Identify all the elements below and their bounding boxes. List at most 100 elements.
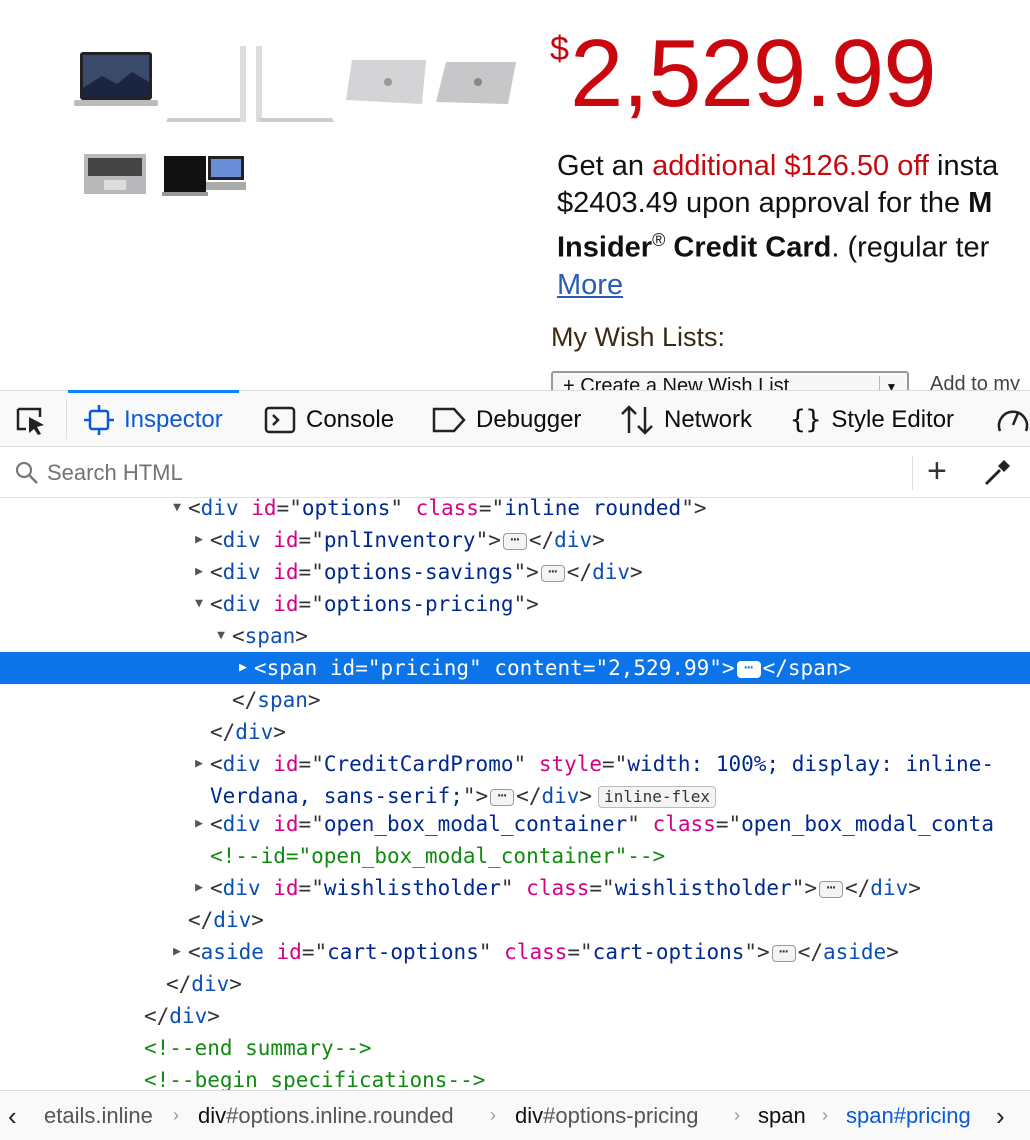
ellipsis-icon[interactable]: ⋯ xyxy=(490,787,515,806)
tab-style-editor[interactable]: {} Style Editor xyxy=(790,391,954,448)
credit-card-promo: Get an additional $126.50 off insta $240… xyxy=(557,148,1030,304)
collapsed-arrow-icon[interactable]: ▶ xyxy=(188,872,210,904)
eyedropper-icon[interactable] xyxy=(984,458,1012,486)
markup-tree: ▼ <div id="options" class="inline rounded… xyxy=(0,492,1030,1090)
tab-label: Inspector xyxy=(124,405,223,433)
console-icon xyxy=(264,406,296,433)
tree-node[interactable]: </span> xyxy=(0,684,1030,716)
chevron-left-icon[interactable]: ‹ xyxy=(8,1101,17,1132)
expanded-arrow-icon[interactable]: ▼ xyxy=(166,492,188,524)
promo-card-name: M xyxy=(968,187,993,219)
tab-label: Console xyxy=(306,405,395,433)
expanded-arrow-icon[interactable]: ▼ xyxy=(210,620,232,652)
tab-network[interactable]: Network xyxy=(620,391,752,448)
ellipsis-icon[interactable]: ⋯ xyxy=(819,879,843,898)
tab-performance[interactable] xyxy=(996,391,1030,448)
ellipsis-icon[interactable]: ⋯ xyxy=(771,943,796,962)
tab-label: Style Editor xyxy=(831,405,955,433)
collapsed-arrow-icon[interactable]: ▶ xyxy=(188,524,210,556)
ellipsis-icon[interactable]: ⋯ xyxy=(736,659,761,678)
chevron-down-icon: ▼ xyxy=(879,376,903,390)
collapsed-arrow-icon[interactable]: ▶ xyxy=(188,748,210,780)
breadcrumb-item[interactable]: div#options-pricing xyxy=(515,1103,698,1129)
expanded-arrow-icon[interactable]: ▼ xyxy=(188,588,210,620)
currency-symbol: $ xyxy=(550,30,569,68)
tree-node[interactable]: ▶ <div id="open_box_modal_container" clas… xyxy=(0,808,1030,840)
thumbnail-7[interactable] xyxy=(204,152,248,198)
tree-node[interactable]: ▼ <div id="options-pricing"> xyxy=(0,588,1030,620)
wishlist-select[interactable]: + Create a New Wish List ▼ xyxy=(551,371,909,390)
product-page: $ 2,529.99 Get an additional $126.50 off… xyxy=(0,0,1030,390)
collapsed-arrow-icon[interactable]: ▶ xyxy=(232,652,254,684)
tab-inspector[interactable]: Inspector xyxy=(68,390,239,448)
ellipsis-icon[interactable]: ⋯ xyxy=(502,531,527,550)
chevron-right-icon: › xyxy=(734,1105,740,1125)
network-icon xyxy=(621,404,653,435)
tree-node[interactable]: ▼ <span> xyxy=(0,620,1030,652)
wishlist-label: My Wish Lists: xyxy=(551,322,726,352)
tab-label: Debugger xyxy=(476,405,582,433)
tree-node[interactable]: </div> xyxy=(0,716,1030,748)
registered-mark: ® xyxy=(652,230,666,250)
promo-discount: additional $126.50 off xyxy=(652,150,929,182)
display-badge[interactable]: inline-flex xyxy=(598,786,717,808)
chevron-right-icon: › xyxy=(490,1105,496,1125)
promo-text: . (regular ter xyxy=(831,231,990,264)
collapsed-arrow-icon[interactable]: ▶ xyxy=(188,556,210,588)
tab-console[interactable]: Console xyxy=(264,391,394,448)
tree-node[interactable]: ▼ <div id="options" class="inline rounded… xyxy=(0,492,1030,524)
tree-comment[interactable]: <!--begin specifications--> xyxy=(0,1064,1030,1090)
tree-node[interactable]: ▶ <div id="options-savings"> ⋯ </div> xyxy=(0,556,1030,588)
tree-node[interactable]: ▶ <div id="CreditCardPromo" style="width:… xyxy=(0,748,1030,780)
performance-icon xyxy=(997,410,1029,431)
collapsed-arrow-icon[interactable]: ▶ xyxy=(188,808,210,840)
tree-node-selected[interactable]: ▶ <span id="pricing" content="2,529.99"> ⋯… xyxy=(0,652,1030,684)
thumbnail-2[interactable] xyxy=(162,40,340,126)
thumbnail-6[interactable] xyxy=(160,152,210,198)
price-amount: 2,529.99 xyxy=(570,20,937,127)
element-picker-icon xyxy=(16,407,44,435)
tree-node[interactable]: </div> xyxy=(0,1000,1030,1032)
breadcrumb-item[interactable]: div#options.inline.rounded xyxy=(198,1103,454,1129)
inspector-icon xyxy=(84,404,114,435)
element-picker-button[interactable] xyxy=(14,391,48,448)
thumbnail-5[interactable] xyxy=(82,150,148,198)
style-editor-icon: {} xyxy=(790,404,822,435)
search-divider xyxy=(912,456,913,490)
devtools-toolbar: Inspector Console Debugger Network {} St… xyxy=(0,390,1030,447)
promo-text: Get an xyxy=(557,150,653,182)
debugger-icon xyxy=(432,407,466,432)
wishlist-select-value: + Create a New Wish List xyxy=(563,375,790,390)
tab-label: Network xyxy=(664,405,753,433)
tree-node[interactable]: ▶ <div id="pnlInventory"> ⋯ </div> xyxy=(0,524,1030,556)
ellipsis-icon[interactable]: ⋯ xyxy=(540,563,565,582)
breadcrumb-item[interactable]: span xyxy=(758,1103,806,1129)
search-html-bar: Search HTML + xyxy=(0,448,1030,498)
collapsed-arrow-icon[interactable]: ▶ xyxy=(166,936,188,968)
thumbnail-1[interactable] xyxy=(72,48,160,116)
tree-node[interactable]: </div> xyxy=(0,968,1030,1000)
promo-card-name: Credit Card xyxy=(665,231,832,264)
promo-card-name: Insider xyxy=(557,231,653,264)
add-node-button[interactable]: + xyxy=(927,454,947,488)
tree-node[interactable]: ▶ <aside id="cart-options" class="cart-op… xyxy=(0,936,1030,968)
promo-text: insta xyxy=(928,150,999,182)
breadcrumb-item-current[interactable]: span#pricing xyxy=(846,1103,971,1129)
toolbar-divider xyxy=(66,399,67,439)
chevron-right-icon: › xyxy=(173,1105,179,1125)
more-link[interactable]: More xyxy=(557,269,623,301)
breadcrumb: ‹ etails.inline › div#options.inline.rou… xyxy=(0,1090,1030,1140)
tree-comment[interactable]: <!--end summary--> xyxy=(0,1032,1030,1064)
breadcrumb-item[interactable]: etails.inline xyxy=(44,1103,153,1129)
tree-node[interactable]: </div> xyxy=(0,904,1030,936)
search-icon xyxy=(15,461,38,484)
search-input[interactable]: Search HTML xyxy=(47,460,183,486)
add-to-wishlist-label: Add to my xyxy=(930,373,1021,390)
thumbnail-3[interactable] xyxy=(342,56,430,108)
tab-debugger[interactable]: Debugger xyxy=(432,391,581,448)
thumbnail-4[interactable] xyxy=(432,56,520,108)
tree-comment[interactable]: <!--id="open_box_modal_container"--> xyxy=(0,840,1030,872)
chevron-right-icon[interactable]: › xyxy=(996,1101,1005,1132)
chevron-right-icon: › xyxy=(822,1105,828,1125)
tree-node[interactable]: ▶ <div id="wishlistholder" class="wishlis… xyxy=(0,872,1030,904)
